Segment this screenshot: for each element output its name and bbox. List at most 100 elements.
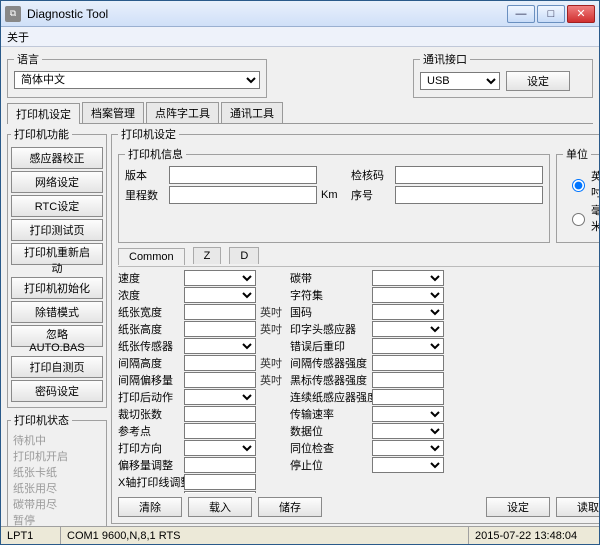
param-r-label-5: 间隔传感器强度 <box>290 355 368 371</box>
param-l-input-3[interactable] <box>184 321 256 337</box>
status-item-5: 暂停 <box>13 513 101 526</box>
comm-set-button[interactable]: 设定 <box>506 71 570 91</box>
subtab-2[interactable]: D <box>229 247 259 264</box>
param-r-input-1[interactable] <box>372 287 444 303</box>
param-l-label-5: 间隔高度 <box>118 355 180 371</box>
tab-1[interactable]: 档案管理 <box>82 102 144 123</box>
func-button-1[interactable]: 网络设定 <box>11 171 103 193</box>
param-r-label-0: 碳带 <box>290 270 368 286</box>
param-r-input-9[interactable] <box>372 423 444 439</box>
param-r-input-10[interactable] <box>372 440 444 456</box>
param-l-input-5[interactable] <box>184 355 256 371</box>
top-row: 语言 简体中文 通讯接口 USB 设定 <box>7 51 593 98</box>
read-button[interactable]: 读取 <box>556 497 599 517</box>
parameter-grid: 速度碳带浓度字符集纸张宽度英吋国码纸张高度英吋印字头感应器纸张传感器错误后重印间… <box>118 267 599 493</box>
func-button-9[interactable]: 密码设定 <box>11 380 103 402</box>
param-r-label-10: 同位检查 <box>290 440 368 456</box>
param-r-input-8[interactable] <box>372 406 444 422</box>
serial-field[interactable] <box>395 186 543 204</box>
param-l-label-11: 偏移量调整 <box>118 457 180 473</box>
param-r-input-7[interactable] <box>372 389 444 405</box>
func-button-2[interactable]: RTC设定 <box>11 195 103 217</box>
main-area: 打印机功能 感应器校正网络设定RTC设定打印测试页打印机重新启动打印机初始化除错… <box>7 126 593 524</box>
param-l-input-1[interactable] <box>184 287 256 303</box>
param-l-unit-5: 英吋 <box>260 355 286 371</box>
unit-group: 单位 英吋 毫米 <box>556 146 599 243</box>
subtab-1[interactable]: Z <box>193 247 222 264</box>
param-l-input-0[interactable] <box>184 270 256 286</box>
param-r-input-11[interactable] <box>372 457 444 473</box>
checksum-field[interactable] <box>395 166 543 184</box>
version-label: 版本 <box>125 167 165 183</box>
bottom-buttons: 清除 载入 储存 设定 读取 <box>118 493 599 517</box>
param-l-input-2[interactable] <box>184 304 256 320</box>
close-button[interactable]: ✕ <box>567 5 595 23</box>
tab-3[interactable]: 通讯工具 <box>221 102 283 123</box>
param-l-label-6: 间隔偏移量 <box>118 372 180 388</box>
status-datetime: 2015-07-22 13:48:04 <box>469 527 599 544</box>
param-l-input-6[interactable] <box>184 372 256 388</box>
window-controls: — □ ✕ <box>507 5 595 23</box>
func-button-6[interactable]: 除错模式 <box>11 301 103 323</box>
serial-label: 序号 <box>351 187 391 203</box>
func-button-5[interactable]: 打印机初始化 <box>11 277 103 299</box>
param-l-input-11[interactable] <box>184 457 256 473</box>
param-r-label-11: 停止位 <box>290 457 368 473</box>
tab-0[interactable]: 打印机设定 <box>7 103 80 124</box>
param-l-label-4: 纸张传感器 <box>118 338 180 354</box>
comm-select[interactable]: USB <box>420 72 500 90</box>
param-l-label-8: 裁切张数 <box>118 406 180 422</box>
menubar: 关于 <box>1 27 599 47</box>
param-l-input-9[interactable] <box>184 423 256 439</box>
printer-functions-group: 打印机功能 感应器校正网络设定RTC设定打印测试页打印机重新启动打印机初始化除错… <box>7 126 107 408</box>
unit-inch-option[interactable]: 英吋 <box>567 168 599 200</box>
param-l-input-12[interactable] <box>184 474 256 490</box>
load-button[interactable]: 载入 <box>188 497 252 517</box>
param-l-input-4[interactable] <box>184 338 256 354</box>
version-field[interactable] <box>169 166 317 184</box>
language-select[interactable]: 简体中文 <box>14 71 260 89</box>
func-button-0[interactable]: 感应器校正 <box>11 147 103 169</box>
func-button-7[interactable]: 忽略 AUTO.BAS <box>11 325 103 347</box>
unit-inch-radio[interactable] <box>572 179 585 192</box>
param-r-label-8: 传输速率 <box>290 406 368 422</box>
sub-tabs: Common ZD <box>118 245 599 267</box>
param-l-label-2: 纸张宽度 <box>118 304 180 320</box>
tab-2[interactable]: 点阵字工具 <box>146 102 219 123</box>
language-group: 语言 简体中文 <box>7 51 267 98</box>
printer-functions-legend: 打印机功能 <box>11 126 72 142</box>
maximize-button[interactable]: □ <box>537 5 565 23</box>
param-r-input-5[interactable] <box>372 355 444 371</box>
status-item-2: 纸张卡纸 <box>13 465 101 481</box>
mileage-field[interactable] <box>169 186 317 204</box>
printer-status-legend: 打印机状态 <box>11 412 72 428</box>
param-r-input-3[interactable] <box>372 321 444 337</box>
printer-status-group: 打印机状态 待机中打印机开启纸张卡纸纸张用尽碳带用尽暂停打印中其它错误 读取状态 <box>7 412 107 526</box>
param-l-label-12: X轴打印线调整 <box>118 474 180 490</box>
func-button-8[interactable]: 打印自测页 <box>11 356 103 378</box>
minimize-button[interactable]: — <box>507 5 535 23</box>
unit-mm-radio[interactable] <box>572 213 585 226</box>
unit-mm-option[interactable]: 毫米 <box>567 202 599 234</box>
menu-about[interactable]: 关于 <box>7 32 29 44</box>
clear-button[interactable]: 清除 <box>118 497 182 517</box>
param-r-input-2[interactable] <box>372 304 444 320</box>
info-unit-row: 打印机信息 版本 里程数 <box>118 146 599 243</box>
param-l-input-7[interactable] <box>184 389 256 405</box>
param-r-input-4[interactable] <box>372 338 444 354</box>
param-l-input-10[interactable] <box>184 440 256 456</box>
statusbar: LPT1 COM1 9600,N,8,1 RTS 2015-07-22 13:4… <box>1 526 599 544</box>
func-button-4[interactable]: 打印机重新启动 <box>11 243 103 265</box>
param-l-label-3: 纸张高度 <box>118 321 180 337</box>
save-button[interactable]: 储存 <box>258 497 322 517</box>
param-l-input-8[interactable] <box>184 406 256 422</box>
param-r-input-0[interactable] <box>372 270 444 286</box>
subtab-0[interactable]: Common <box>118 248 185 265</box>
param-r-input-6[interactable] <box>372 372 444 388</box>
func-button-3[interactable]: 打印测试页 <box>11 219 103 241</box>
param-l-label-0: 速度 <box>118 270 180 286</box>
set-button[interactable]: 设定 <box>486 497 550 517</box>
comm-legend: 通讯接口 <box>420 51 470 67</box>
unit-legend: 单位 <box>563 146 591 162</box>
printer-info-legend: 打印机信息 <box>125 146 186 162</box>
